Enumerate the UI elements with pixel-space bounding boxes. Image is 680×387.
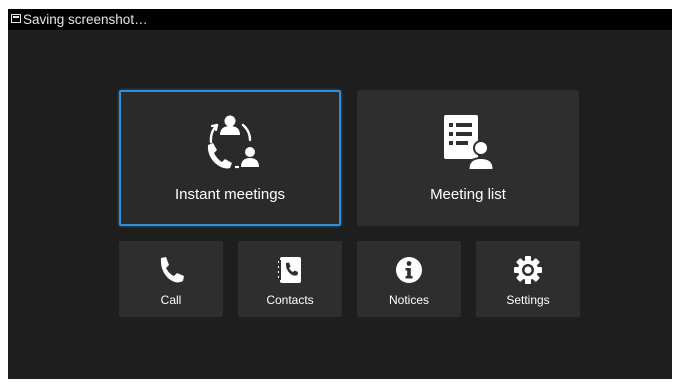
instant-meetings-tile[interactable]: Instant meetings [119,90,341,226]
meeting-list-icon [437,112,499,174]
instant-meetings-icon [199,112,261,174]
info-icon [393,254,425,286]
meeting-list-tile[interactable]: Meeting list [357,90,579,226]
instant-meetings-label: Instant meetings [174,186,286,203]
screenshot-icon [11,14,21,23]
settings-label: Settings [506,293,550,307]
contacts-tile[interactable]: Contacts [238,241,342,317]
contacts-label: Contacts [266,293,314,307]
contacts-icon [274,254,306,286]
phone-icon [155,254,187,286]
meeting-list-label: Meeting list [430,186,506,203]
settings-tile[interactable]: Settings [476,241,580,317]
status-message: Saving screenshot… [23,12,148,27]
call-tile[interactable]: Call [119,241,223,317]
call-label: Call [160,293,182,307]
status-bar: Saving screenshot… [8,9,672,30]
gear-icon [512,254,544,286]
home-screen: Saving screenshot… Instant meetings Meet… [8,9,672,379]
notices-label: Notices [388,293,429,307]
notices-tile[interactable]: Notices [357,241,461,317]
